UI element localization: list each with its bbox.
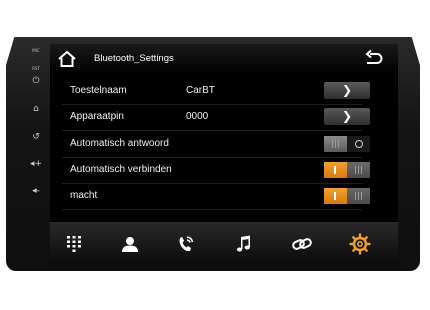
grip-line: [361, 192, 362, 200]
grip-line: [338, 140, 339, 148]
toggle-handle: [347, 188, 370, 204]
toggle-handle: [324, 136, 347, 152]
auto-connect-toggle[interactable]: [324, 162, 370, 178]
row-value: 0000: [186, 111, 209, 122]
on-indicator-icon: [334, 166, 336, 174]
call-log-icon[interactable]: [174, 232, 198, 256]
device-name-arrow-button[interactable]: ❯: [324, 82, 370, 99]
rst-label[interactable]: RST: [26, 66, 46, 71]
chevron-right-icon: ❯: [342, 83, 353, 97]
on-indicator-icon: [334, 192, 336, 200]
header-bar: Bluetooth_Settings: [50, 44, 398, 74]
power-toggle[interactable]: [324, 188, 370, 204]
home-icon[interactable]: ⌂: [30, 104, 42, 114]
row-device-pin: Apparaatpin 0000 ❯: [62, 104, 370, 131]
chevron-right-icon: ❯: [342, 109, 353, 123]
row-power: macht: [62, 183, 370, 210]
link-icon[interactable]: [290, 232, 314, 256]
row-label: Automatisch antwoord: [70, 138, 169, 149]
page-title: Bluetooth_Settings: [94, 53, 174, 64]
row-auto-answer: Automatisch antwoord: [62, 131, 370, 158]
row-auto-connect: Automatisch verbinden: [62, 157, 370, 184]
grip-line: [332, 140, 333, 148]
home-icon[interactable]: [56, 49, 78, 69]
volume-up-icon[interactable]: ◂+: [30, 159, 42, 169]
row-value: CarBT: [186, 85, 215, 96]
volume-down-icon[interactable]: ◂-: [30, 186, 42, 196]
mic-label: MIC: [32, 48, 40, 53]
off-indicator-icon: [355, 140, 363, 148]
screen: Bluetooth_Settings Toestelnaam CarBT ❯ A…: [50, 44, 398, 265]
contacts-icon[interactable]: [118, 232, 142, 256]
grip-line: [355, 192, 356, 200]
device-pin-arrow-button[interactable]: ❯: [324, 108, 370, 125]
music-icon[interactable]: [232, 232, 256, 256]
settings-icon[interactable]: [348, 232, 372, 256]
back-icon[interactable]: [362, 49, 386, 69]
power-icon[interactable]: ⏻: [30, 76, 42, 86]
side-button-panel: MIC RST ⏻ ⌂ ↺ ◂+ ◂-: [26, 46, 46, 256]
row-label: Toestelnaam: [70, 85, 127, 96]
bottom-nav: [50, 222, 398, 265]
row-label: macht: [70, 190, 98, 201]
row-label: Apparaatpin: [70, 111, 124, 122]
grip-line: [361, 166, 362, 174]
grip-line: [335, 140, 336, 148]
toggle-on-side: [324, 162, 347, 178]
dialpad-icon[interactable]: [62, 232, 86, 256]
row-label: Automatisch verbinden: [70, 164, 172, 175]
grip-line: [358, 166, 359, 174]
grip-line: [358, 192, 359, 200]
toggle-handle: [347, 162, 370, 178]
back-icon[interactable]: ↺: [30, 132, 42, 142]
row-device-name: Toestelnaam CarBT ❯: [62, 78, 370, 105]
toggle-on-side: [324, 188, 347, 204]
auto-answer-toggle[interactable]: [324, 136, 370, 152]
grip-line: [355, 166, 356, 174]
